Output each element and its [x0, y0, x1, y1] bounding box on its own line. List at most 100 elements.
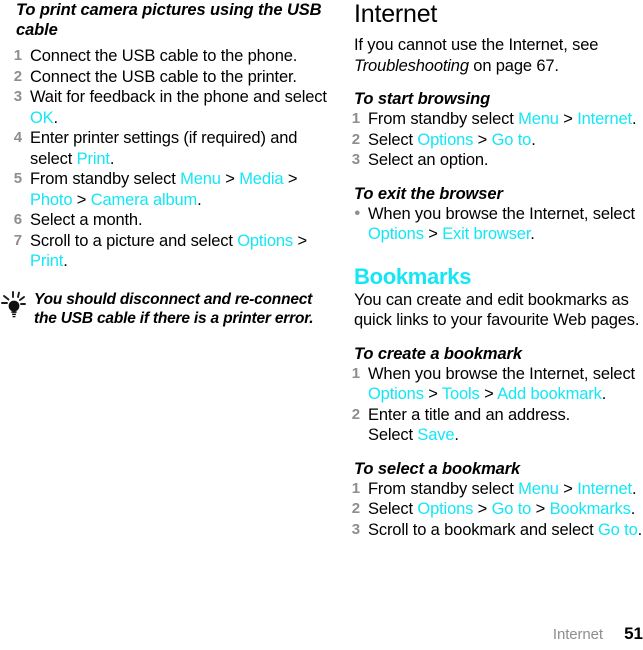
- step-number: 2: [351, 405, 360, 423]
- body-text: .: [530, 225, 535, 243]
- step-number: 3: [351, 151, 360, 168]
- body-text: .: [631, 479, 637, 498]
- step-text: When you browse the Internet, select Opt…: [368, 205, 635, 244]
- body-text: .: [454, 426, 459, 444]
- step-bullet: •: [354, 204, 361, 222]
- step-number: 2: [351, 500, 360, 517]
- bulleted-step-list: • When you browse the Internet, select Op…: [338, 204, 643, 245]
- body-text: From standby select: [368, 110, 519, 128]
- step-number: 1: [351, 479, 360, 497]
- ui-term: Go to: [491, 130, 532, 149]
- step-item: 3 Select an option.: [338, 150, 643, 171]
- ui-term: Options: [417, 500, 474, 518]
- path-separator: >: [558, 479, 578, 498]
- step-text: Enter a title and an address. Select Save…: [368, 406, 570, 445]
- step-number: 1: [13, 47, 22, 64]
- step-number: 7: [13, 231, 22, 249]
- body-text: .: [63, 252, 68, 270]
- body-text: Connect the USB cable to the printer.: [30, 67, 297, 86]
- ui-term: Menu: [518, 110, 559, 128]
- lightbulb-icon: [0, 290, 32, 321]
- step-text: Scroll to a bookmark and select Go to.: [368, 521, 642, 539]
- ui-term: OK: [30, 108, 54, 127]
- step-text: From standby select Menu > Internet.: [368, 110, 637, 128]
- ordered-step-list: 1 Connect the USB cable to the phone. 2 Con…: [0, 46, 330, 272]
- step-number: 2: [351, 130, 360, 148]
- body-text: .: [631, 110, 637, 128]
- procedure-heading: To create a bookmark: [354, 344, 522, 363]
- ordered-step-list: 1 From standby select Menu > Internet. 2 Se…: [338, 109, 643, 171]
- ui-term: Photo: [30, 190, 73, 209]
- ui-term: Options: [368, 225, 424, 243]
- step-item: 5 From standby select Menu > Media > Phot…: [0, 169, 330, 210]
- step-number: 3: [351, 520, 360, 538]
- step-text: Scroll to a picture and select Options >…: [30, 232, 307, 271]
- step-text: From standby select Menu > Internet.: [368, 479, 637, 498]
- body-text: Select an option.: [368, 151, 489, 169]
- section-body: You can create and edit bookmarks as qui…: [354, 290, 640, 330]
- intro-paragraph: If you cannot use the Internet, see Trou…: [338, 35, 643, 76]
- procedure-heading: To select a bookmark: [354, 459, 521, 478]
- ui-term: Go to: [491, 500, 532, 518]
- ui-term: Camera album: [90, 190, 198, 209]
- ui-term: Options: [417, 130, 474, 149]
- manual-page: To print camera pictures using the USB c…: [0, 0, 643, 650]
- step-item: 3 Wait for feedback in the phone and sele…: [0, 87, 330, 128]
- path-separator: >: [423, 385, 442, 403]
- path-separator: >: [72, 190, 91, 209]
- step-text: Wait for feedback in the phone and selec…: [30, 88, 327, 127]
- step-item: 1 When you browse the Internet, select Op…: [338, 364, 643, 405]
- body-text: Select: [368, 130, 418, 149]
- step-number: 6: [13, 211, 22, 228]
- tip-box: You should disconnect and re-connect the…: [0, 290, 330, 328]
- ui-term: Save: [417, 426, 455, 444]
- body-text: on page 67.: [468, 56, 559, 75]
- footer-page-number: 51: [624, 624, 643, 643]
- step-item: 1 From standby select Menu > Internet.: [338, 109, 643, 130]
- ui-term: Options: [237, 231, 294, 250]
- ui-term: Add bookmark: [497, 385, 602, 403]
- body-text: When you browse the Internet, select: [368, 364, 635, 383]
- cross-reference: Troubleshooting: [354, 56, 469, 75]
- path-separator: >: [473, 130, 492, 149]
- body-text: Wait for feedback in the phone and selec…: [30, 88, 327, 106]
- ui-term: Exit browser: [442, 225, 531, 243]
- tip-text: You should disconnect and re-connect the…: [34, 290, 314, 327]
- ordered-step-list: 1 From standby select Menu > Internet. 2 Se…: [338, 479, 643, 541]
- body-text: .: [637, 520, 643, 539]
- step-item: 2 Select Options > Go to > Bookmarks.: [338, 499, 643, 520]
- step-text: From standby select Menu > Media > Photo…: [30, 170, 297, 209]
- body-text: When you browse the Internet, select: [368, 204, 635, 223]
- step-text: Select Options > Go to.: [368, 131, 536, 149]
- step-item: 2 Select Options > Go to.: [338, 130, 643, 151]
- ui-term: Bookmarks: [549, 500, 631, 518]
- step-item: 7 Scroll to a picture and select Options …: [0, 231, 330, 272]
- step-number: 4: [13, 129, 22, 146]
- body-text: From standby select: [30, 170, 181, 188]
- body-text: Select a month.: [30, 211, 143, 229]
- path-separator: >: [423, 225, 443, 243]
- ui-term: Tools: [441, 385, 480, 403]
- step-item: 6 Select a month.: [0, 210, 330, 231]
- step-item: 3 Scroll to a bookmark and select Go to.: [338, 520, 643, 541]
- body-text: Connect the USB cable to the phone.: [30, 47, 298, 65]
- ui-term: Options: [368, 385, 424, 403]
- body-text: Scroll to a picture and select: [30, 231, 238, 250]
- page-title: Internet: [354, 0, 438, 28]
- body-text: Enter a title and an address.: [368, 405, 571, 424]
- ui-term: Internet: [577, 479, 632, 498]
- step-item: • When you browse the Internet, select Op…: [338, 204, 643, 245]
- body-text: If you cannot use the Internet, see: [354, 36, 599, 54]
- step-item: 1 Connect the USB cable to the phone.: [0, 46, 330, 67]
- step-text: Select an option.: [368, 151, 489, 169]
- procedure-heading-print-camera-pictures: To print camera pictures using the USB c…: [16, 1, 322, 39]
- path-separator: >: [479, 385, 498, 403]
- step-item: 2 Enter a title and an address. Select Sav…: [338, 405, 643, 446]
- path-separator: >: [531, 500, 550, 518]
- path-separator: >: [473, 500, 492, 518]
- step-number: 3: [13, 88, 22, 105]
